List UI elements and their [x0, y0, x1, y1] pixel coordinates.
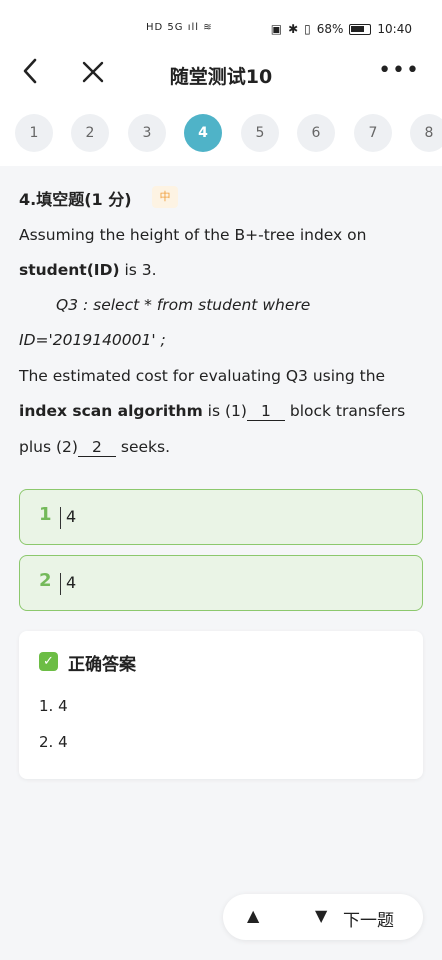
- question-text: block transfers: [284, 402, 406, 420]
- question-query: ID='2019140001' ;: [19, 331, 166, 349]
- question-query: Q3 : select * from student where: [56, 296, 310, 314]
- question-text: seeks.: [115, 438, 170, 456]
- blank-1: 1: [246, 402, 285, 421]
- correct-answer-card: ✓ 正确答案 1. 4 2. 4: [19, 631, 423, 779]
- answer-value: 4: [66, 507, 77, 526]
- question-nav: 1 2 3 4 5 6 7 8: [0, 96, 442, 166]
- question-bold: index scan algorithm: [19, 402, 203, 420]
- status-right: ▣ ✱ ▯ 68% 10:40: [271, 22, 412, 36]
- correct-answer-item: 2. 4: [39, 733, 68, 751]
- bluetooth-icon: ✱: [288, 22, 299, 36]
- question-nav-item[interactable]: 5: [241, 114, 279, 152]
- app-header: 随堂测试10 •••: [0, 52, 442, 96]
- status-bar: HD 5G ıll ≋ ▣ ✱ ▯ 68% 10:40: [0, 0, 442, 52]
- question-nav-item[interactable]: 6: [297, 114, 335, 152]
- check-icon: ✓: [39, 652, 58, 671]
- correct-answer-title: 正确答案: [68, 655, 136, 675]
- question-text: is 3.: [119, 261, 157, 279]
- vibrate-icon: ▯: [304, 22, 311, 36]
- query-text: Q3 : select * from student where: [56, 296, 311, 314]
- battery-percent: 68%: [316, 22, 344, 36]
- question-text: is (1): [202, 402, 247, 420]
- more-icon[interactable]: •••: [378, 56, 420, 86]
- question-bold: student(ID): [19, 261, 120, 279]
- question-text-line: index scan algorithm is (1) 1 block trans…: [19, 402, 405, 421]
- battery-icon: [349, 23, 372, 35]
- question-nav-item-active[interactable]: 4: [184, 114, 222, 152]
- bottom-nav: ▲ ▼ 下一题: [223, 894, 423, 940]
- question-text-line: student(ID) is 3.: [19, 261, 157, 279]
- correct-answer-item: 1. 4: [39, 697, 68, 715]
- question-nav-item[interactable]: 2: [71, 114, 109, 152]
- question-nav-item[interactable]: 3: [128, 114, 166, 152]
- next-question-icon[interactable]: ▼: [315, 906, 327, 925]
- next-question-button[interactable]: 下一题: [343, 906, 394, 931]
- answer-cursor: [60, 507, 61, 529]
- answer-field[interactable]: 1 4: [19, 489, 423, 545]
- question-type: 4.填空题(1 分): [19, 190, 132, 209]
- previous-question-icon[interactable]: ▲: [247, 906, 259, 925]
- answer-value: 4: [66, 573, 77, 592]
- answer-index: 1: [39, 504, 52, 525]
- question-nav-item[interactable]: 1: [15, 114, 53, 152]
- blank-2: 2: [77, 438, 116, 457]
- question-text-line: plus (2) 2 seeks.: [19, 438, 170, 457]
- answer-index: 2: [39, 570, 52, 591]
- difficulty-badge: 中: [152, 186, 178, 208]
- signal-icons: HD 5G ıll ≋: [146, 22, 213, 33]
- question-text: plus (2): [19, 438, 78, 456]
- answer-cursor: [60, 573, 61, 595]
- question-nav-item[interactable]: 8: [410, 114, 442, 152]
- question-nav-item[interactable]: 7: [354, 114, 392, 152]
- page-title: 随堂测试10: [169, 66, 273, 88]
- question-text-line: Assuming the height of the B+-tree index…: [19, 226, 367, 244]
- clock: 10:40: [377, 22, 412, 36]
- nfc-icon: ▣: [270, 22, 283, 36]
- query-text: ID='2019140001' ;: [19, 331, 166, 349]
- answer-field[interactable]: 2 4: [19, 555, 423, 611]
- question-text-line: The estimated cost for evaluating Q3 usi…: [19, 367, 386, 385]
